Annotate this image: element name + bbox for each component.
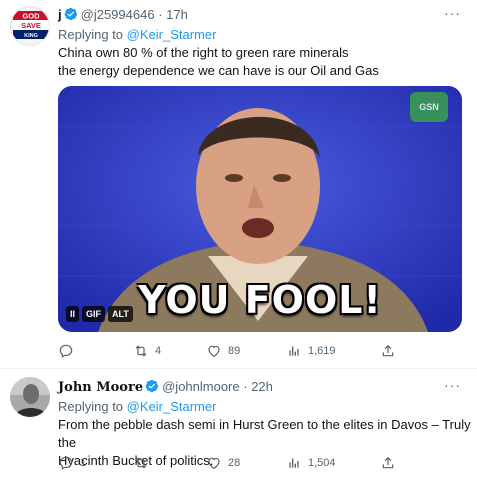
svg-text:GOD: GOD: [22, 12, 40, 21]
views-button[interactable]: 1,504: [286, 455, 336, 471]
reply-to-link[interactable]: @Keir_Starmer: [127, 27, 217, 42]
view-count: 1,504: [308, 457, 336, 469]
share-button[interactable]: [380, 455, 396, 471]
like-count: 28: [228, 457, 241, 469]
verified-badge-icon: [145, 379, 159, 396]
share-icon: [382, 344, 394, 357]
retweet-button[interactable]: [133, 455, 155, 471]
analytics-icon: [289, 346, 299, 356]
replying-to-label: Replying to: [58, 27, 124, 42]
heart-icon: [208, 457, 220, 470]
verified-badge-icon: [64, 7, 78, 24]
tweet-actions: 1 28 1,504: [58, 455, 398, 475]
tweet-text-line: From the pebble dash semi in Hurst Green…: [58, 417, 471, 450]
more-options-icon[interactable]: ···: [444, 5, 461, 21]
reply-to-link[interactable]: @Keir_Starmer: [127, 399, 217, 414]
view-count: 1,619: [308, 345, 336, 357]
gif-controls: II GIF ALT: [66, 306, 133, 322]
svg-text:KING: KING: [24, 33, 38, 39]
gif-media[interactable]: GSN YOU FOOL! II GIF ALT: [58, 86, 462, 332]
timestamp[interactable]: · 22h: [243, 379, 273, 394]
reply-count: 1: [80, 457, 87, 469]
tweet-text-line: the energy dependence we can have is our…: [58, 63, 379, 78]
channel-watermark: GSN: [410, 92, 448, 122]
user-handle[interactable]: @j25994646: [81, 7, 155, 22]
views-button[interactable]: 1,619: [286, 343, 336, 359]
reply-icon: [59, 456, 73, 470]
replying-to-label: Replying to: [58, 399, 124, 414]
retweet-count: 4: [155, 345, 162, 357]
god-save-the-king-logo: GOD SAVE KING: [13, 11, 49, 39]
avatar[interactable]: [10, 377, 50, 417]
retweet-icon: [135, 457, 147, 469]
more-options-icon[interactable]: ···: [444, 377, 461, 393]
display-name[interactable]: j: [58, 7, 62, 22]
gif-badge: GIF: [82, 306, 106, 322]
reply-button[interactable]: [58, 343, 80, 359]
replying-to: Replying to @Keir_Starmer: [58, 27, 216, 42]
avatar[interactable]: GOD SAVE KING: [10, 6, 50, 46]
pause-button[interactable]: II: [66, 306, 80, 322]
reply-icon: [59, 344, 73, 358]
tweet-header: John Moore @johnlmoore · 22h: [58, 379, 273, 396]
like-button[interactable]: 28: [206, 455, 240, 471]
tweet-header: j @j25994646 · 17h: [58, 7, 188, 24]
user-handle[interactable]: @johnlmoore: [162, 379, 240, 394]
retweet-button[interactable]: 4: [133, 343, 161, 359]
display-name[interactable]: John Moore: [58, 380, 143, 395]
share-icon: [382, 456, 394, 469]
timestamp[interactable]: · 17h: [158, 7, 188, 22]
tweet-actions: 4 89 1,619: [58, 343, 398, 363]
retweet-icon: [135, 345, 147, 357]
analytics-icon: [289, 458, 299, 468]
heart-icon: [208, 345, 220, 358]
reply-button[interactable]: 1: [58, 455, 86, 471]
like-button[interactable]: 89: [206, 343, 240, 359]
svg-text:SAVE: SAVE: [21, 21, 41, 30]
like-count: 89: [228, 345, 241, 357]
share-button[interactable]: [380, 343, 396, 359]
alt-text-button[interactable]: ALT: [108, 306, 133, 322]
tweet-text-line: China own 80 % of the right to green rar…: [58, 45, 349, 60]
replying-to: Replying to @Keir_Starmer: [58, 399, 216, 414]
user-photo: [10, 377, 50, 417]
tweet-text: China own 80 % of the right to green rar…: [58, 44, 379, 80]
